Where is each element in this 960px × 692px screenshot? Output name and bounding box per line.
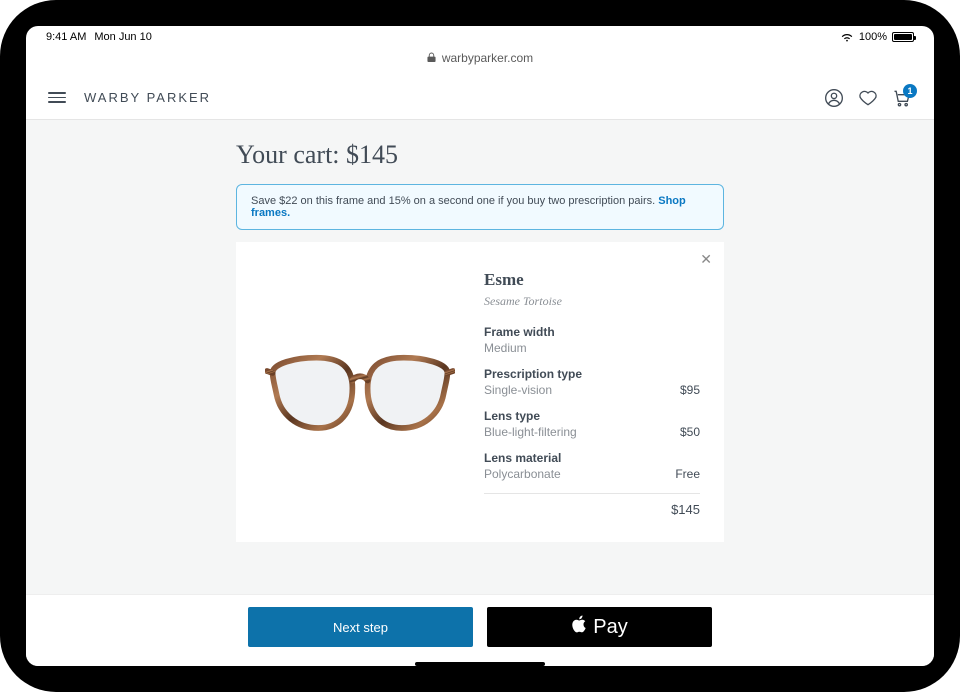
divider xyxy=(484,493,700,494)
item-total: $145 xyxy=(484,502,700,517)
spec-value: Polycarbonate xyxy=(484,467,561,481)
favorites-icon[interactable] xyxy=(858,88,878,108)
battery-icon xyxy=(892,32,914,42)
spec-label: Prescription type xyxy=(484,367,700,381)
apple-pay-button[interactable]: Pay xyxy=(487,607,712,647)
spec-price: $95 xyxy=(680,383,700,397)
checkout-bar: Next step Pay xyxy=(26,594,934,666)
apple-logo-icon xyxy=(571,615,587,639)
spec-value: Blue-light-filtering xyxy=(484,425,577,439)
cart-icon[interactable]: 1 xyxy=(892,88,912,108)
cart-badge: 1 xyxy=(903,84,917,98)
promo-text: Save $22 on this frame and 15% on a seco… xyxy=(251,195,658,207)
spec-label: Lens material xyxy=(484,451,700,465)
status-date: Mon Jun 10 xyxy=(94,31,151,43)
battery-percent: 100% xyxy=(859,31,887,43)
url-text: warbyparker.com xyxy=(442,51,533,65)
screen: 9:41 AM Mon Jun 10 100% warbyparker.com xyxy=(26,26,934,666)
spec-prescription: Prescription type Single-vision $95 xyxy=(484,367,700,397)
url-bar[interactable]: warbyparker.com xyxy=(26,50,934,68)
tablet-frame: 9:41 AM Mon Jun 10 100% warbyparker.com xyxy=(0,0,960,692)
wifi-icon xyxy=(840,32,854,43)
spec-value: Single-vision xyxy=(484,383,552,397)
lock-icon xyxy=(427,52,436,63)
product-name: Esme xyxy=(484,270,700,290)
product-info: Esme Sesame Tortoise Frame width Medium … xyxy=(484,270,700,520)
spec-price: $50 xyxy=(680,425,700,439)
account-icon[interactable] xyxy=(824,88,844,108)
next-step-button[interactable]: Next step xyxy=(248,607,473,647)
product-color: Sesame Tortoise xyxy=(484,294,700,309)
promo-banner: Save $22 on this frame and 15% on a seco… xyxy=(236,184,724,230)
cart-title: Your cart: $145 xyxy=(236,140,724,170)
spec-value: Medium xyxy=(484,341,527,355)
product-image xyxy=(260,270,460,520)
spec-frame-width: Frame width Medium xyxy=(484,325,700,355)
content-area: Your cart: $145 Save $22 on this frame a… xyxy=(26,120,934,594)
status-time: 9:41 AM xyxy=(46,31,86,43)
status-bar: 9:41 AM Mon Jun 10 100% xyxy=(26,26,934,48)
brand-logo[interactable]: WARBY PARKER xyxy=(84,90,211,105)
close-icon[interactable]: ✕ xyxy=(700,252,712,266)
site-header: WARBY PARKER 1 xyxy=(26,76,934,120)
spec-lens-material: Lens material Polycarbonate Free xyxy=(484,451,700,481)
home-indicator[interactable] xyxy=(415,662,545,666)
spec-price: Free xyxy=(675,467,700,481)
spec-lens-type: Lens type Blue-light-filtering $50 xyxy=(484,409,700,439)
spec-label: Frame width xyxy=(484,325,700,339)
apple-pay-label: Pay xyxy=(593,616,627,639)
spec-label: Lens type xyxy=(484,409,700,423)
cart-item-card: ✕ xyxy=(236,242,724,542)
menu-icon[interactable] xyxy=(48,92,66,103)
